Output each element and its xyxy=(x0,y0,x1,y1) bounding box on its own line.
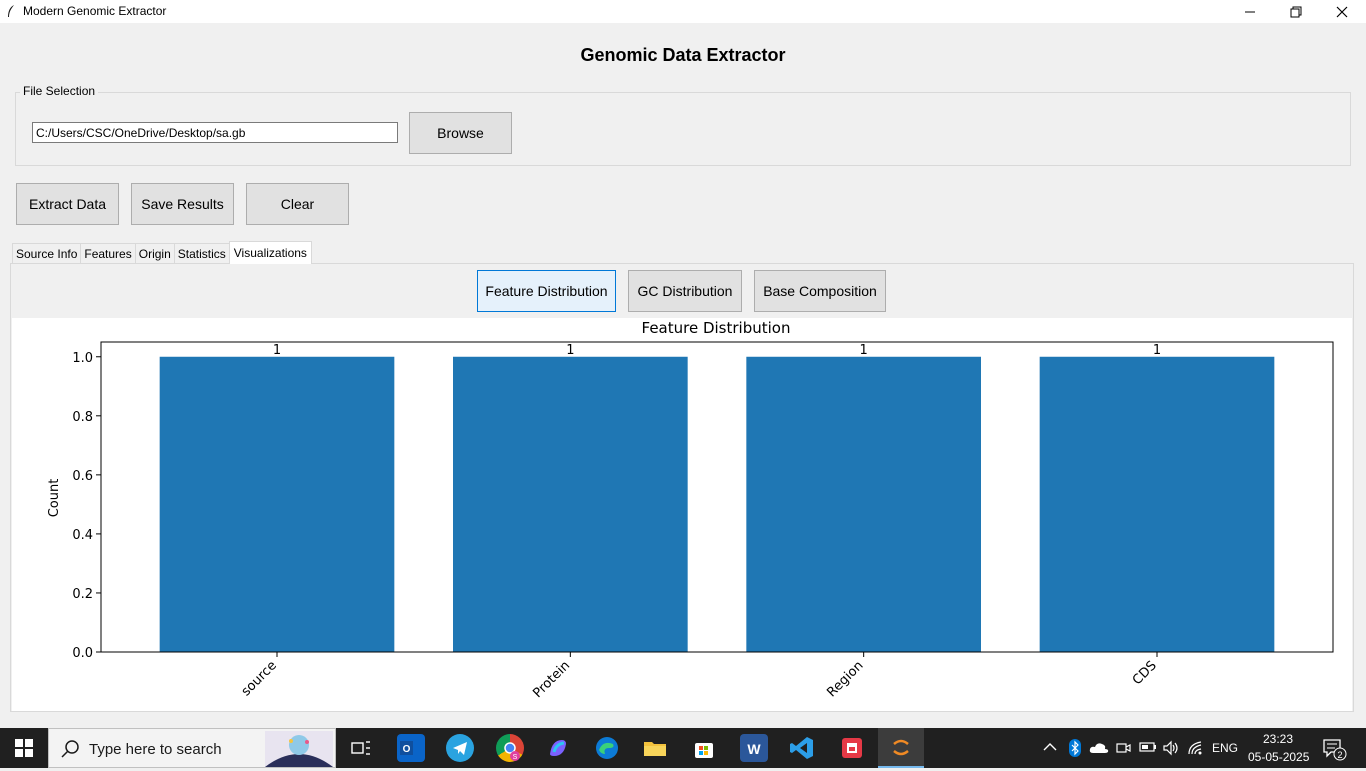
file-explorer-icon[interactable] xyxy=(641,734,669,762)
base-composition-button[interactable]: Base Composition xyxy=(754,270,886,312)
minimize-icon xyxy=(1245,11,1255,12)
chrome-icon[interactable]: S xyxy=(496,734,524,762)
task-view-icon[interactable] xyxy=(347,734,375,762)
file-selection-label: File Selection xyxy=(20,84,99,98)
title-bar: Modern Genomic Extractor xyxy=(0,0,1366,23)
python-app-icon[interactable] xyxy=(878,728,924,768)
x-tick-label: Protein xyxy=(530,658,573,701)
search-icon xyxy=(61,740,79,758)
restore-icon xyxy=(1290,6,1302,17)
microsoft-store-icon[interactable] xyxy=(690,734,718,762)
chart-canvas: Feature Distribution Count 0.0 0.2 0.4 0.6 0… xyxy=(12,318,1352,711)
tab-source-info[interactable]: Source Info xyxy=(12,243,82,264)
bar-region xyxy=(746,356,981,652)
restore-button[interactable] xyxy=(1273,0,1319,23)
y-tick-label: 0.2 xyxy=(72,587,93,602)
vscode-icon[interactable] xyxy=(788,734,816,762)
y-axis-label: Count xyxy=(47,479,62,518)
meet-now-icon[interactable] xyxy=(1115,740,1131,756)
notification-count: 2 xyxy=(1337,750,1342,760)
window-title: Modern Genomic Extractor xyxy=(23,4,167,18)
bar-data-label: 1 xyxy=(1153,343,1161,358)
bar-data-label: 1 xyxy=(566,343,574,358)
minimize-button[interactable] xyxy=(1227,0,1273,23)
x-tick-label: CDS xyxy=(1130,658,1160,688)
bar-data-label: 1 xyxy=(860,343,868,358)
gc-distribution-button[interactable]: GC Distribution xyxy=(628,270,742,312)
tab-statistics[interactable]: Statistics xyxy=(173,243,230,264)
word-icon[interactable]: W xyxy=(740,734,768,762)
chevron-up-icon[interactable] xyxy=(1043,742,1057,752)
wifi-icon[interactable] xyxy=(1187,740,1205,756)
red-app-icon[interactable] xyxy=(838,734,866,762)
x-tick-label: Region xyxy=(824,658,866,700)
copilot-icon[interactable] xyxy=(544,734,572,762)
x-tick-label: source xyxy=(239,658,280,699)
clock-time[interactable]: 23:23 xyxy=(1263,732,1293,746)
y-tick-label: 0.4 xyxy=(72,528,93,543)
tab-features[interactable]: Features xyxy=(80,243,136,264)
onedrive-icon[interactable] xyxy=(1089,741,1109,755)
save-results-button[interactable]: Save Results xyxy=(131,183,234,225)
language-indicator[interactable]: ENG xyxy=(1212,741,1238,755)
svg-text:O: O xyxy=(403,744,411,755)
windows-logo-icon xyxy=(15,739,33,757)
notebook-tabs: Source Info Features Origin Statistics V… xyxy=(12,241,312,264)
file-path-input[interactable] xyxy=(32,122,398,143)
start-button[interactable] xyxy=(0,728,48,768)
extract-data-button[interactable]: Extract Data xyxy=(16,183,119,225)
clock-date[interactable]: 05-05-2025 xyxy=(1248,750,1309,764)
chart-title: Feature Distribution xyxy=(642,319,791,337)
y-tick-label: 0.0 xyxy=(72,646,93,661)
clear-button[interactable]: Clear xyxy=(246,183,349,225)
tab-visualizations[interactable]: Visualizations xyxy=(228,241,312,264)
page-title: Genomic Data Extractor xyxy=(580,45,786,65)
feature-distribution-button[interactable]: Feature Distribution xyxy=(477,270,616,312)
bar-cds xyxy=(1039,356,1275,652)
chrome-profile-badge: S xyxy=(513,754,518,761)
close-button[interactable] xyxy=(1319,0,1365,23)
taskbar-search-box[interactable]: Type here to search xyxy=(48,728,336,768)
volume-icon[interactable] xyxy=(1162,740,1180,756)
battery-icon[interactable] xyxy=(1139,741,1157,753)
close-icon xyxy=(1336,6,1348,17)
bar-source xyxy=(159,356,395,652)
y-tick-label: 0.6 xyxy=(72,469,93,484)
tab-origin[interactable]: Origin xyxy=(134,243,175,264)
bluetooth-icon[interactable] xyxy=(1068,739,1082,757)
bar-protein xyxy=(453,356,688,652)
browse-button[interactable]: Browse xyxy=(409,112,512,154)
feature-distribution-chart: Feature Distribution Count 0.0 0.2 0.4 0.6 0… xyxy=(47,319,1334,701)
svg-text:W: W xyxy=(747,741,761,757)
taskbar: Type here to search O S W ENG 23:23 05-0… xyxy=(0,728,1366,768)
bar-data-label: 1 xyxy=(273,343,281,358)
feather-icon xyxy=(8,5,14,17)
notification-center-icon[interactable]: 2 xyxy=(1323,739,1347,761)
outlook-icon[interactable]: O xyxy=(397,734,425,762)
search-placeholder: Type here to search xyxy=(89,741,222,758)
telegram-icon[interactable] xyxy=(446,734,474,762)
search-highlight-icon xyxy=(265,731,333,767)
y-tick-label: 1.0 xyxy=(72,351,93,366)
edge-icon[interactable] xyxy=(593,734,621,762)
y-tick-label: 0.8 xyxy=(72,410,93,425)
